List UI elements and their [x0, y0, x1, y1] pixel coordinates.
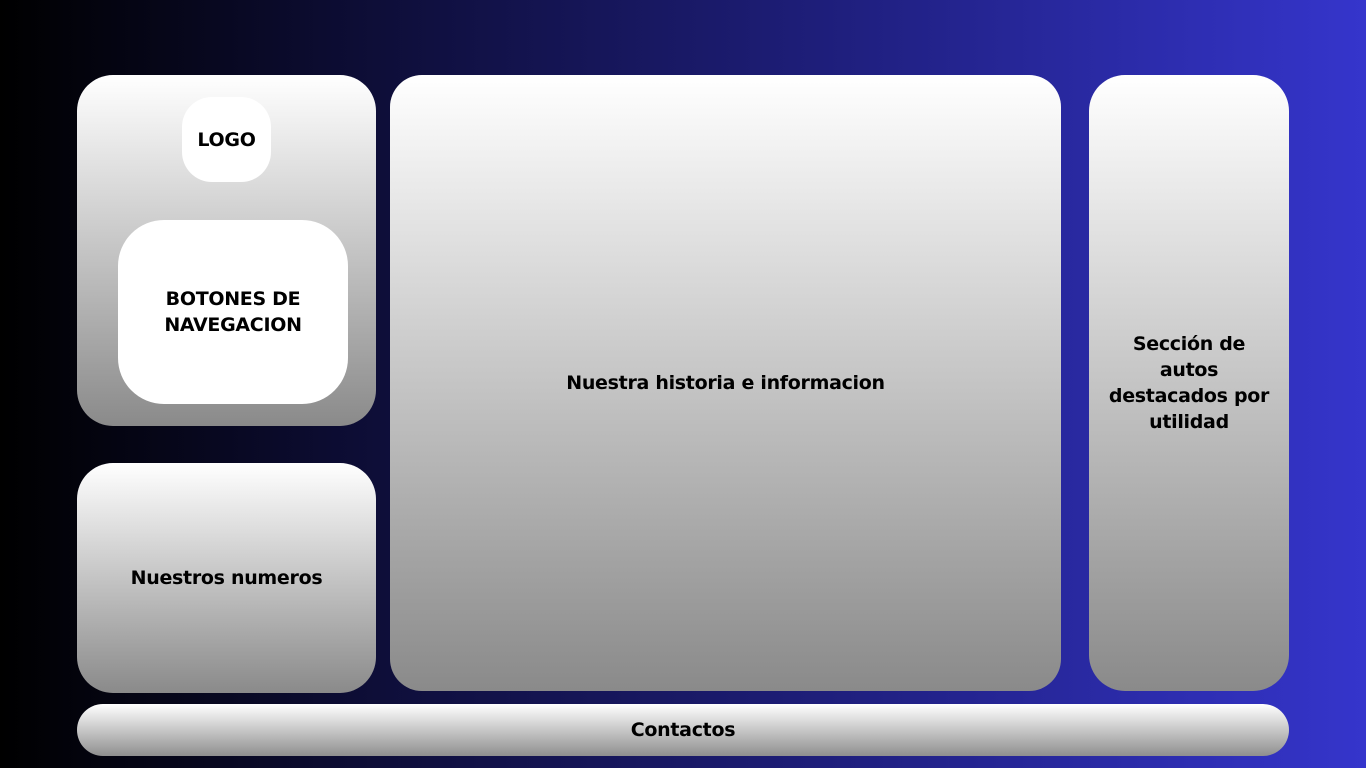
contacts-label: Contactos — [630, 719, 736, 741]
logo-label: LOGO — [197, 128, 256, 151]
navigation-buttons-label: BOTONES DE NAVEGACION — [164, 288, 302, 336]
featured-cars-panel: Sección de autos destacados por utilidad — [1089, 75, 1289, 691]
logo[interactable]: LOGO — [182, 97, 271, 182]
stats-label: Nuestros numeros — [130, 567, 323, 589]
contacts-footer[interactable]: Contactos — [77, 704, 1289, 756]
main-content-label: Nuestra historia e informacion — [566, 372, 885, 394]
navigation-buttons-box[interactable]: BOTONES DE NAVEGACION — [118, 220, 348, 404]
sidebar-panel: LOGO BOTONES DE NAVEGACION — [77, 75, 376, 426]
featured-cars-label: Sección de autos destacados por utilidad — [1108, 333, 1270, 433]
stats-panel: Nuestros numeros — [77, 463, 376, 693]
main-content-panel: Nuestra historia e informacion — [390, 75, 1061, 691]
